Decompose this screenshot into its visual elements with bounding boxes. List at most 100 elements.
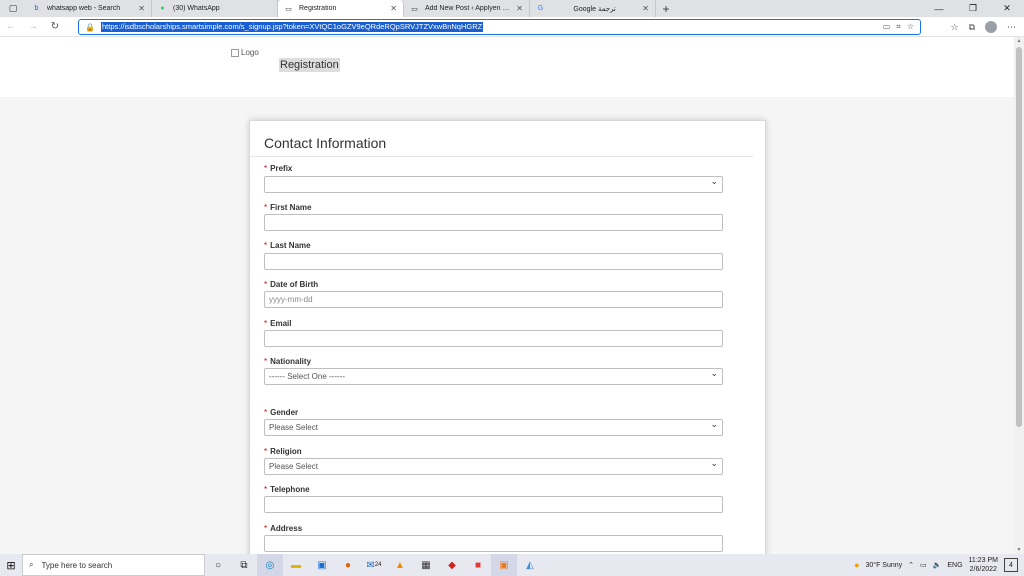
url-text[interactable]: https://isdbscholarships.smartsimple.com… [101,22,484,32]
mail-badge: 24 [374,562,382,568]
back-icon[interactable]: ← [0,17,22,37]
system-tray: ● 30°F Sunny ⌃ ▭ 🔈 ENG 11:23 PM 2/6/2022… [854,556,1024,574]
cortana-icon[interactable]: ○ [205,554,231,576]
scroll-up-icon[interactable]: ▲ [1014,37,1024,45]
email-input[interactable] [264,330,723,347]
email-label: * Email [264,319,292,328]
chevron-up-icon[interactable]: ⌃ [908,561,914,569]
page-title: Registration [279,58,340,72]
page-scrollbar[interactable]: ▲ ▼ [1014,37,1024,554]
last-name-input[interactable] [264,253,723,270]
whatsapp-icon: ● [160,5,165,12]
address-input[interactable] [264,535,723,552]
tab-label: Google ترجمة [573,5,616,13]
tab-whatsapp[interactable]: ● (30) WhatsApp [152,0,278,17]
form-title: Contact Information [264,135,387,151]
close-icon[interactable]: ✕ [390,4,397,13]
prefix-select[interactable] [264,176,723,193]
browser-toolbar: ← → ↻ 🔒 https://isdbscholarships.smartsi… [0,17,1024,37]
new-tab-button[interactable]: + [656,0,676,17]
telephone-label: * Telephone [264,485,310,494]
reload-icon[interactable]: ↻ [44,17,66,37]
file-explorer-icon[interactable]: ▬ [283,554,309,576]
forward-icon[interactable]: → [22,17,44,37]
favorite-icon[interactable]: ☆ [907,22,914,32]
tab-registration[interactable]: ▭ Registration ✕ [278,0,404,17]
taskbar-search[interactable]: ⌕ Type here to search [22,554,205,576]
acrobat-icon[interactable]: ◆ [439,554,465,576]
favorites-icon[interactable]: ☆ [950,22,958,33]
address-bar[interactable]: 🔒 https://isdbscholarships.smartsimple.c… [78,19,921,35]
window-controls: — ❐ ✕ [922,0,1024,17]
app-icon[interactable]: ⌗ [896,22,901,32]
close-window-icon[interactable]: ✕ [990,0,1024,17]
gender-select[interactable]: Please Select [264,419,723,436]
scroll-down-icon[interactable]: ▼ [1014,546,1024,554]
date-of-birth-input[interactable]: yyyy-mm-dd [264,291,723,308]
lock-icon[interactable]: 🔒 [85,23,97,32]
pinned-app-icon[interactable]: ▣ [491,554,517,576]
scroll-thumb[interactable] [1016,47,1022,427]
nationality-label: * Nationality [264,357,312,366]
tab-google-translate[interactable]: G Google ترجمة ✕ [530,0,656,17]
language-indicator[interactable]: ENG [947,562,962,569]
address-label: * Address [264,524,303,533]
profile-avatar[interactable] [985,21,997,33]
photos-icon[interactable]: ◭ [517,554,543,576]
page-header: Logo Registration [0,37,1014,97]
page-icon: ▭ [285,5,292,13]
windows-taskbar: ⊞ ⌕ Type here to search ○ ⧉ ◎ ▬ ▣ ● ✉ 24 … [0,554,1024,576]
prefix-label: * Prefix [264,164,293,173]
page-viewport: Logo Registration Contact Information * P… [0,37,1014,554]
broken-image-icon [231,48,239,57]
search-icon: ⌕ [29,560,34,569]
edge-icon[interactable]: ◎ [257,554,283,576]
more-menu-icon[interactable]: ⋯ [1007,22,1016,33]
close-icon[interactable]: ✕ [138,4,145,13]
tab-label: Registration [299,5,337,12]
media-player-icon[interactable]: ■ [465,554,491,576]
tab-label: (30) WhatsApp [173,5,220,12]
minimize-icon[interactable]: — [922,0,956,17]
close-icon[interactable]: ✕ [516,4,523,13]
tab-actions-icon[interactable]: ▢ [0,0,26,17]
taskbar-search-placeholder: Type here to search [41,560,113,570]
logo: Logo [231,48,259,57]
religion-select[interactable]: Please Select [264,458,723,475]
weather-icon[interactable]: ● [854,560,859,570]
tab-label: Add New Post ‹ Applyen — Wor... [425,5,512,12]
tab-add-new-post[interactable]: ▭ Add New Post ‹ Applyen — Wor... ✕ [404,0,530,17]
collections-icon[interactable]: ⧉ [969,22,975,33]
close-icon[interactable]: ✕ [642,4,649,13]
first-name-input[interactable] [264,214,723,231]
contact-information-card: Contact Information *Prefix *First Name … [249,120,766,554]
mail-icon[interactable]: ✉ 24 [361,554,387,576]
gender-label: * Gender [264,408,299,417]
restore-icon[interactable]: ❐ [956,0,990,17]
firefox-icon[interactable]: ● [335,554,361,576]
page-icon: ▭ [411,5,418,13]
last-name-label: * Last Name [264,241,311,250]
date-text: 2/6/2022 [969,566,997,573]
nationality-select[interactable]: ------ Select One ------ [264,368,723,385]
bing-icon: b [34,5,39,12]
store-icon[interactable]: ▣ [309,554,335,576]
date-of-birth-label: * Date of Birth [264,280,319,289]
read-aloud-icon[interactable]: ▭ [883,22,891,32]
tab-whatsapp-search[interactable]: b whatsapp web - Search ✕ [26,0,152,17]
tab-label: whatsapp web - Search [47,5,121,12]
weather-text[interactable]: 30°F Sunny [866,562,903,569]
video-editor-icon[interactable]: ▦ [413,554,439,576]
divider [250,156,753,157]
translate-icon: G [537,5,544,12]
vlc-icon[interactable]: ▲ [387,554,413,576]
windows-start-icon[interactable]: ⊞ [0,554,22,576]
task-view-icon[interactable]: ⧉ [231,554,257,576]
clock[interactable]: 11:23 PM 2/6/2022 [969,556,998,574]
notifications-icon[interactable]: 4 [1004,558,1018,572]
religion-label: * Religion [264,447,302,456]
first-name-label: * First Name [264,203,312,212]
telephone-input[interactable] [264,496,723,513]
battery-icon[interactable]: ▭ [920,561,927,569]
volume-icon[interactable]: 🔈 [933,561,942,569]
